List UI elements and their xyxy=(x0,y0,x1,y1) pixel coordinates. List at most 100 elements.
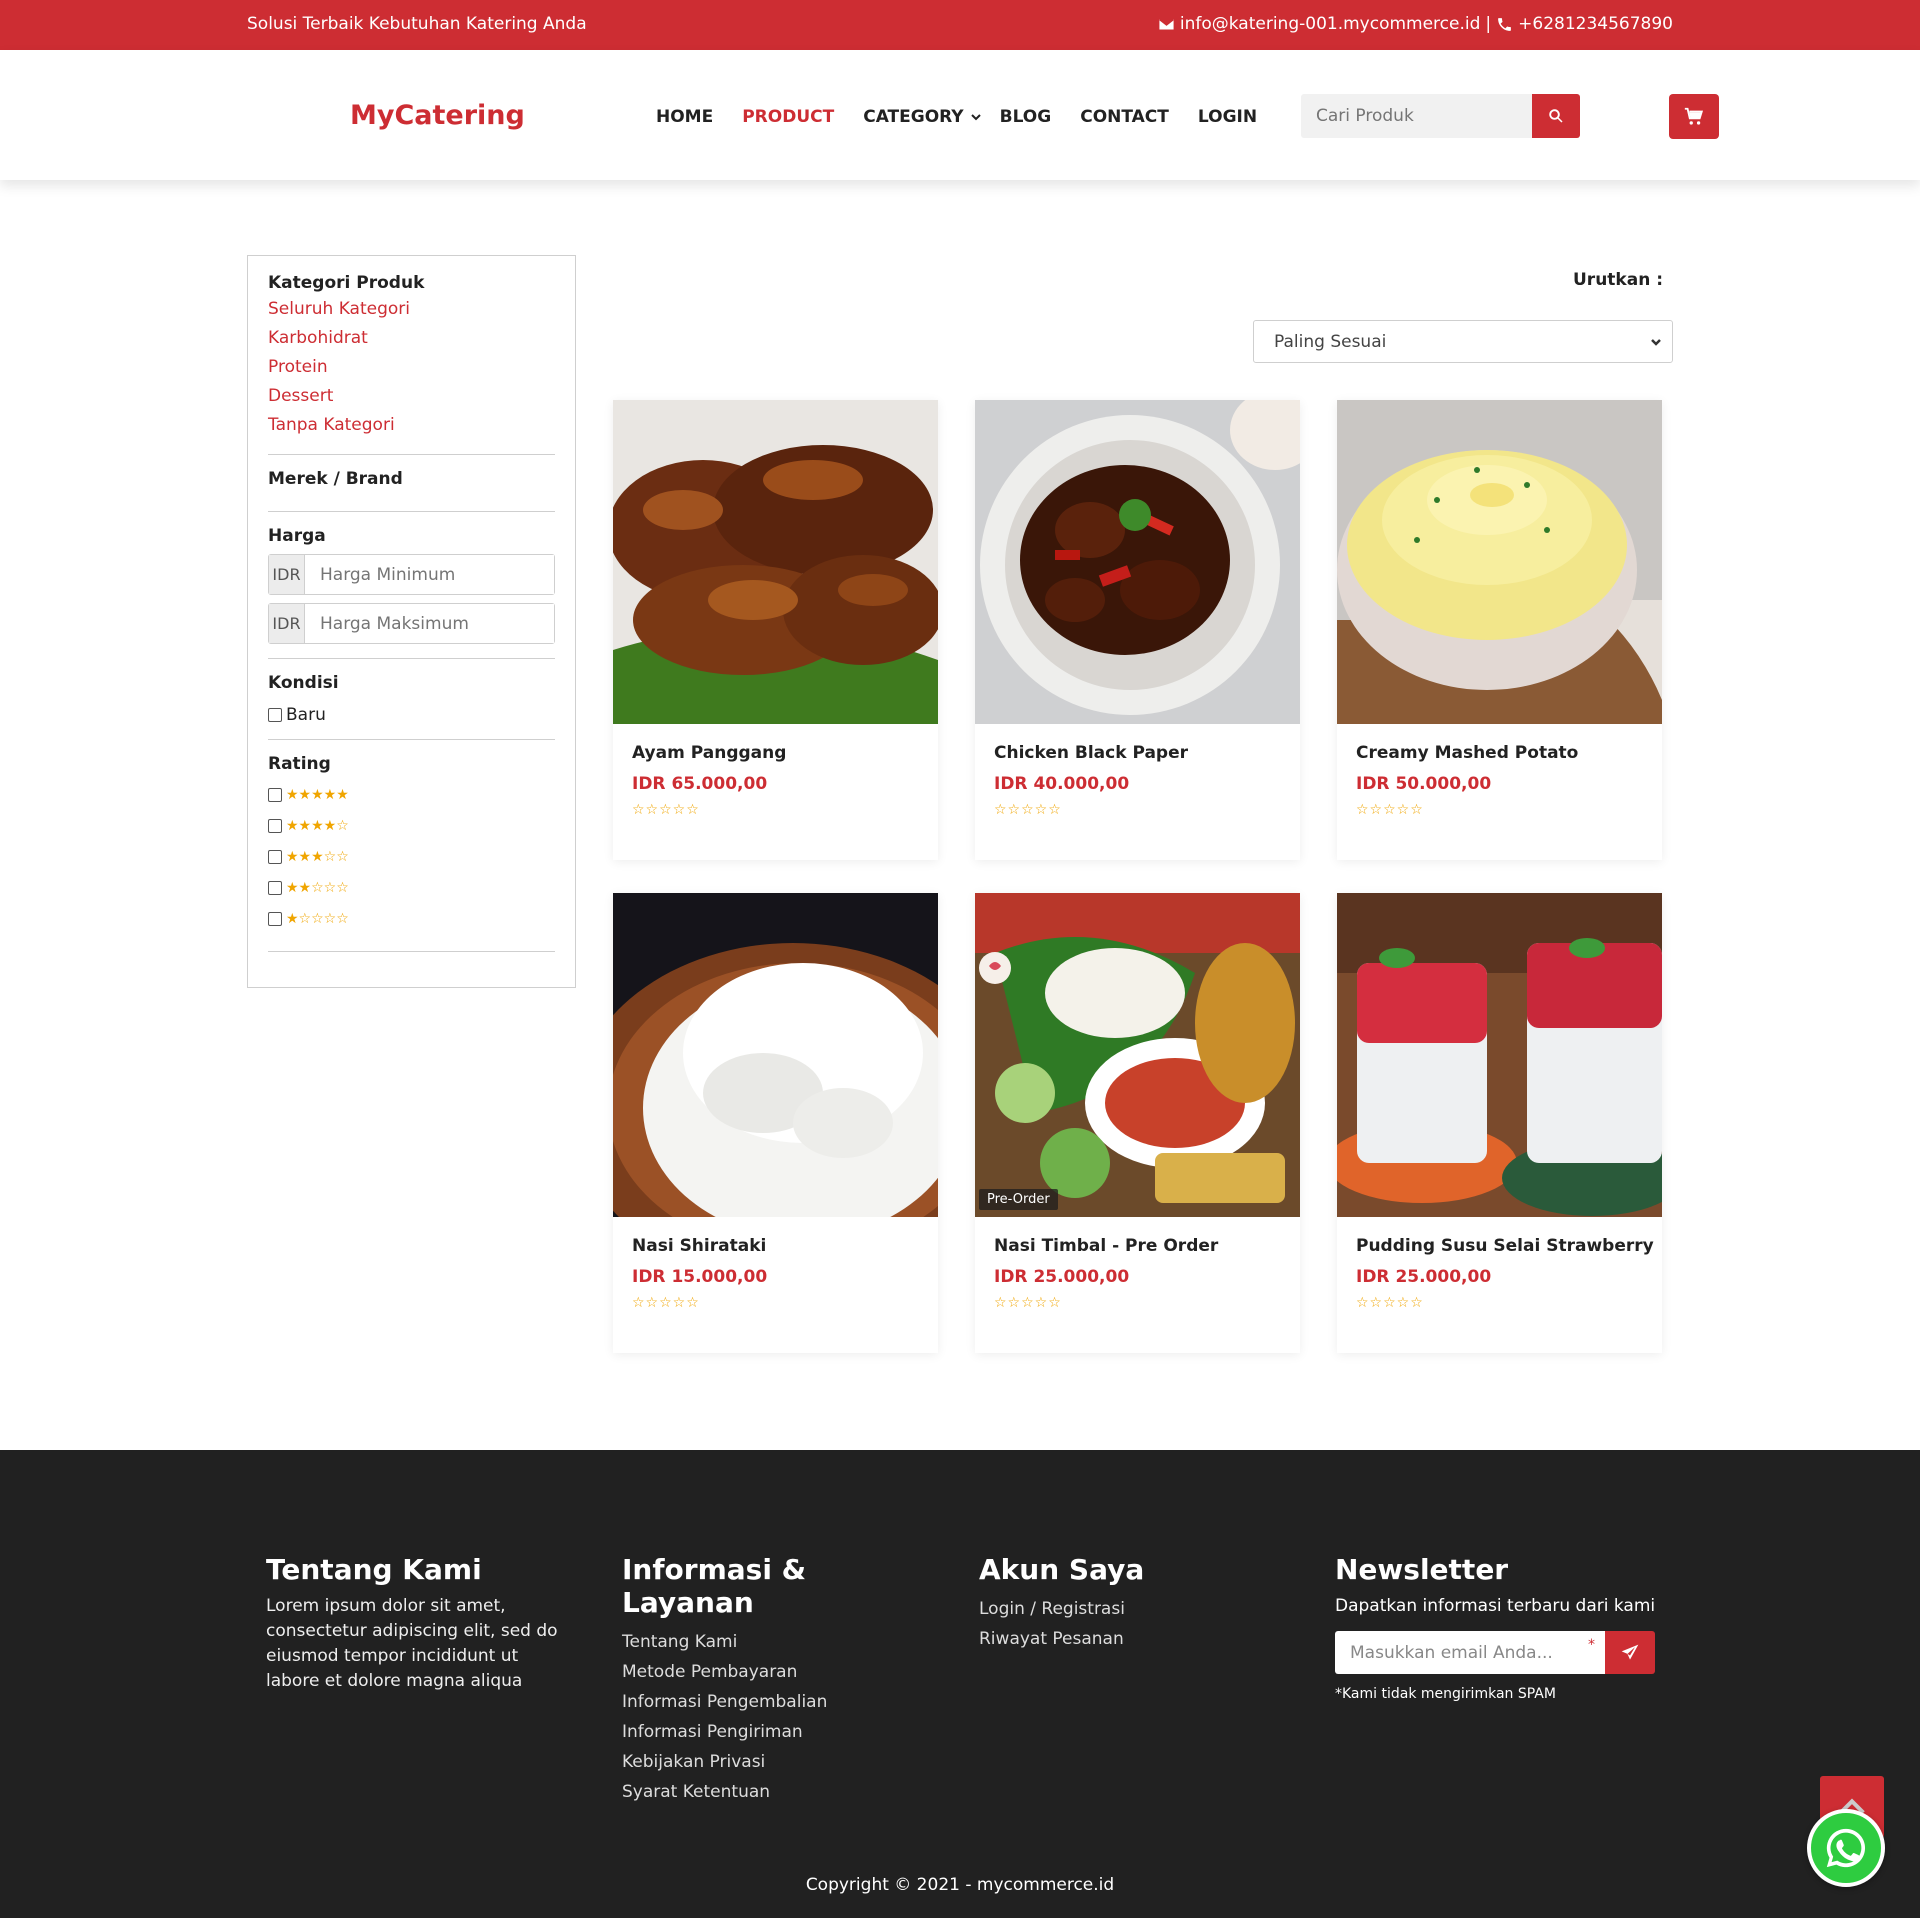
send-icon xyxy=(1621,1644,1639,1660)
contact-email[interactable]: info@katering-001.mycommerce.id xyxy=(1180,14,1481,34)
product-card[interactable]: Ayam Panggang IDR 65.000,00 ☆☆☆☆☆ xyxy=(613,400,938,860)
nav-login[interactable]: LOGIN xyxy=(1198,107,1257,127)
product-card[interactable]: Pre-Order Nasi Timbal - Pre Order IDR 25… xyxy=(975,893,1300,1353)
preorder-badge: Pre-Order xyxy=(979,1189,1058,1210)
condition-checkbox[interactable] xyxy=(268,708,282,722)
rating-checkbox-3[interactable] xyxy=(268,849,282,864)
rating-checkbox-2[interactable] xyxy=(268,880,282,895)
product-image[interactable] xyxy=(975,400,1300,724)
category-link-dessert[interactable]: Dessert xyxy=(268,382,555,411)
rating-stars-3: ★★★☆☆ xyxy=(286,848,349,865)
product-card[interactable]: Pudding Susu Selai Strawberry IDR 25.000… xyxy=(1337,893,1662,1353)
nav-home[interactable]: HOME xyxy=(656,107,713,127)
main-nav: HOME PRODUCT CATEGORY BLOG CONTACT LOGIN xyxy=(656,107,1286,127)
category-title: Kategori Produk xyxy=(268,273,425,293)
category-link-karbohidrat[interactable]: Karbohidrat xyxy=(268,324,555,353)
rating-option-4: ★★★★☆ xyxy=(268,815,555,836)
rating-option-5: ★★★★★ xyxy=(268,784,555,805)
nav-login-label: LOGIN xyxy=(1197,107,1258,127)
rating-option-1: ★☆☆☆☆ xyxy=(268,908,555,929)
pudding-image xyxy=(1337,893,1662,1217)
rating-option-3: ★★★☆☆ xyxy=(268,846,555,867)
nav-product[interactable]: PRODUCT xyxy=(742,107,834,127)
category-link-all[interactable]: Seluruh Kategori xyxy=(268,295,555,324)
category-link-none[interactable]: Tanpa Kategori xyxy=(268,411,555,440)
rating-checkbox-4[interactable] xyxy=(268,818,282,833)
nav-home-label: HOME xyxy=(656,107,714,127)
brand-title[interactable]: Merek / Brand xyxy=(268,469,555,489)
product-name[interactable]: Creamy Mashed Potato xyxy=(1356,743,1578,763)
price-max-input[interactable] xyxy=(305,604,554,643)
product-name[interactable]: Chicken Black Paper xyxy=(994,743,1188,763)
divider xyxy=(268,739,555,740)
nav-category[interactable]: CATEGORY xyxy=(863,107,981,127)
product-card[interactable]: Creamy Mashed Potato IDR 50.000,00 ☆☆☆☆☆ xyxy=(1337,400,1662,860)
site-logo[interactable]: MyCatering xyxy=(350,100,525,131)
rating-checkbox-1[interactable] xyxy=(268,911,282,926)
nav-contact[interactable]: CONTACT xyxy=(1080,107,1169,127)
footer-about-title: Tentang Kami xyxy=(266,1553,482,1586)
product-image[interactable] xyxy=(1337,893,1662,1217)
nav-category-label: CATEGORY xyxy=(863,107,964,127)
product-rating: ☆☆☆☆☆ xyxy=(1356,802,1424,818)
whatsapp-button[interactable] xyxy=(1807,1809,1885,1887)
search-button[interactable] xyxy=(1532,94,1580,138)
product-name[interactable]: Nasi Timbal - Pre Order xyxy=(994,1236,1218,1256)
footer-link-privasi[interactable]: Kebijakan Privasi xyxy=(622,1747,942,1777)
nav-blog[interactable]: BLOG xyxy=(1000,107,1052,127)
product-image[interactable] xyxy=(1337,400,1662,724)
nasi-timbal-image xyxy=(975,893,1300,1217)
product-rating: ☆☆☆☆☆ xyxy=(994,1295,1062,1311)
footer-newsletter-title: Newsletter xyxy=(1335,1553,1509,1586)
cart-button[interactable] xyxy=(1669,94,1719,139)
product-name[interactable]: Nasi Shirataki xyxy=(632,1236,766,1256)
footer-account-title: Akun Saya xyxy=(979,1553,1145,1586)
whatsapp-icon xyxy=(1826,1828,1866,1868)
product-name[interactable]: Ayam Panggang xyxy=(632,743,786,763)
product-image[interactable] xyxy=(613,400,938,724)
footer-link-login[interactable]: Login / Registrasi xyxy=(979,1594,1279,1624)
category-link-protein[interactable]: Protein xyxy=(268,353,555,382)
footer-newsletter: Newsletter Dapatkan informasi terbaru da… xyxy=(1335,1553,1665,1702)
footer-account: Akun Saya Login / Registrasi Riwayat Pes… xyxy=(979,1553,1279,1654)
required-mark: * xyxy=(1588,1637,1595,1653)
footer-link-pengembalian[interactable]: Informasi Pengembalian xyxy=(622,1687,942,1717)
product-card[interactable]: Chicken Black Paper IDR 40.000,00 ☆☆☆☆☆ xyxy=(975,400,1300,860)
footer-link-pembayaran[interactable]: Metode Pembayaran xyxy=(622,1657,942,1687)
price-min-input[interactable] xyxy=(305,555,554,594)
contact-phone[interactable]: +6281234567890 xyxy=(1518,14,1673,34)
sort-select[interactable]: Paling Sesuai xyxy=(1253,320,1673,363)
newsletter-submit-button[interactable] xyxy=(1605,1631,1655,1674)
contact-info: info@katering-001.mycommerce.id | +62812… xyxy=(1158,14,1673,34)
site-header: MyCatering HOME PRODUCT CATEGORY BLOG CO… xyxy=(0,50,1920,180)
footer-link-tentang[interactable]: Tentang Kami xyxy=(622,1627,942,1657)
phone-icon xyxy=(1498,17,1512,31)
product-name[interactable]: Pudding Susu Selai Strawberry xyxy=(1356,1236,1654,1256)
divider xyxy=(268,454,555,455)
rating-stars-2: ★★☆☆☆ xyxy=(286,879,349,896)
price-title: Harga xyxy=(268,526,326,546)
rating-checkbox-5[interactable] xyxy=(268,787,282,802)
search-form xyxy=(1301,94,1580,138)
tagline: Solusi Terbaik Kebutuhan Katering Anda xyxy=(247,14,587,34)
currency-addon: IDR xyxy=(269,555,305,594)
footer-link-riwayat[interactable]: Riwayat Pesanan xyxy=(979,1624,1279,1654)
footer-about: Tentang Kami Lorem ipsum dolor sit amet,… xyxy=(266,1553,576,1694)
product-rating: ☆☆☆☆☆ xyxy=(632,802,700,818)
site-footer: Tentang Kami Lorem ipsum dolor sit amet,… xyxy=(0,1450,1920,1918)
rating-title: Rating xyxy=(268,754,331,774)
search-input[interactable] xyxy=(1301,94,1532,138)
search-icon xyxy=(1549,109,1563,123)
footer-link-pengiriman[interactable]: Informasi Pengiriman xyxy=(622,1717,942,1747)
product-image[interactable] xyxy=(613,893,938,1217)
footer-info-title: Informasi & Layanan xyxy=(622,1553,807,1619)
product-image[interactable] xyxy=(975,893,1300,1217)
sort-selected-value: Paling Sesuai xyxy=(1274,331,1387,352)
product-card[interactable]: Nasi Shirataki IDR 15.000,00 ☆☆☆☆☆ xyxy=(613,893,938,1353)
nav-contact-label: CONTACT xyxy=(1080,107,1169,127)
newsletter-email-input[interactable]: Masukkan email Anda... * xyxy=(1335,1631,1605,1674)
rating-stars-1: ★☆☆☆☆ xyxy=(286,910,349,927)
rating-stars-5: ★★★★★ xyxy=(286,786,349,803)
chevron-down-icon xyxy=(1651,338,1661,346)
footer-link-syarat[interactable]: Syarat Ketentuan xyxy=(622,1777,942,1807)
